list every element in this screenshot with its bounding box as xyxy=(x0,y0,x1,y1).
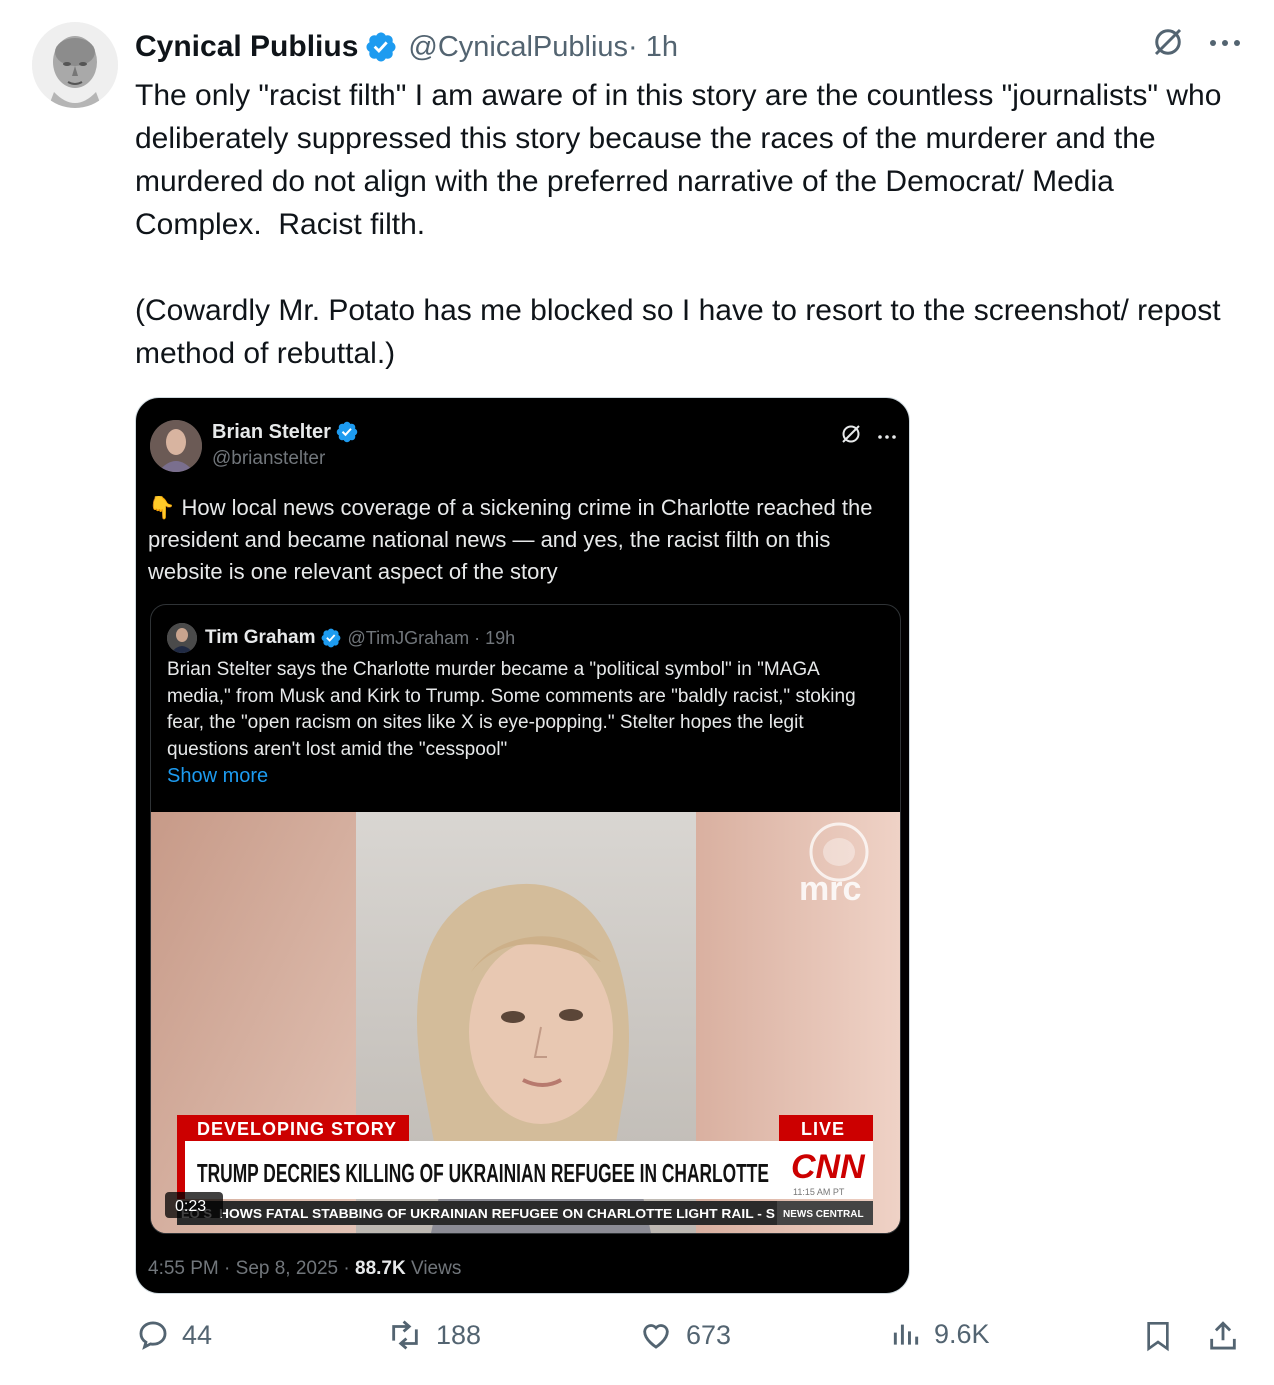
quote-author-handle: @TimJGraham · 19h xyxy=(347,627,516,648)
ticker-text: HOWS FATAL STABBING OF UKRAINIAN REFUGEE… xyxy=(219,1206,775,1221)
embed-views-count: 88.7K xyxy=(355,1258,406,1279)
embed-author-row: Brian Stelter xyxy=(212,420,359,444)
embed-author-name: Brian Stelter xyxy=(212,420,331,443)
reply-button[interactable]: 44 xyxy=(136,1318,212,1352)
like-count: 673 xyxy=(686,1319,732,1350)
author-name[interactable]: Cynical Publius xyxy=(135,30,358,64)
view-count: 9.6K xyxy=(934,1318,990,1349)
embed-author-avatar xyxy=(150,420,202,472)
embed-top-icons xyxy=(839,422,897,451)
post-top-actions xyxy=(1150,24,1242,65)
more-icon xyxy=(877,428,897,446)
mrc-watermark: mrc xyxy=(799,870,861,908)
quote-author-name: Tim Graham xyxy=(205,627,316,648)
video-player: mrc DEVELOPING STORY LIVE TRUMP DECRIES … xyxy=(151,812,900,1233)
views-icon xyxy=(893,1324,919,1345)
embedded-screenshot[interactable]: Brian Stelter @brianstelter 👇 How local … xyxy=(135,397,910,1294)
live-label: LIVE xyxy=(801,1119,845,1139)
grok-icon xyxy=(839,422,863,451)
verified-badge-icon xyxy=(336,421,358,443)
like-icon xyxy=(643,1324,669,1349)
grok-icon[interactable] xyxy=(1150,24,1186,65)
post-header: Cynical Publius @CynicalPublius · 1h xyxy=(135,26,678,68)
reply-icon xyxy=(139,1321,167,1350)
embed-views-label: Views xyxy=(405,1258,462,1279)
cnn-logo: CNN xyxy=(791,1148,866,1186)
repost-button[interactable]: 188 xyxy=(386,1318,481,1352)
quoted-post: Tim Graham @TimJGraham · 19h Brian Stelt… xyxy=(150,604,901,1234)
bookmark-button[interactable] xyxy=(1142,1318,1174,1354)
ticker-tag: NEWS CENTRAL xyxy=(783,1209,864,1220)
action-bar: 44 188 673 9.6K xyxy=(0,1318,1274,1374)
headline: TRUMP DECRIES KILLING OF UKRAINIAN REFUG… xyxy=(197,1158,769,1188)
embed-meta: 4:55 PM · Sep 8, 2025 · 88.7K Views xyxy=(148,1258,461,1280)
embed-text: 👇 How local news coverage of a sickening… xyxy=(148,492,888,588)
post-time[interactable]: · 1h xyxy=(628,31,678,64)
views-button[interactable]: 9.6K xyxy=(890,1318,990,1350)
share-icon xyxy=(1210,1321,1236,1350)
quote-author-avatar xyxy=(167,623,197,653)
show-more-link: Show more xyxy=(167,765,269,787)
verified-badge-icon[interactable] xyxy=(364,30,398,64)
embed-text-body: How local news coverage of a sickening c… xyxy=(148,495,873,584)
author-handle[interactable]: @CynicalPublius xyxy=(408,31,628,64)
developing-story-label: DEVELOPING STORY xyxy=(197,1119,397,1139)
broadcast-time: 11:15 AM PT xyxy=(793,1187,845,1197)
share-button[interactable] xyxy=(1206,1318,1240,1354)
post-text: The only "racist filth" I am aware of in… xyxy=(135,79,1222,370)
reply-count: 44 xyxy=(182,1319,213,1350)
video-duration: 0:23 xyxy=(175,1198,206,1215)
quote-header: Tim Graham @TimJGraham · 19h xyxy=(167,623,515,653)
repost-count: 188 xyxy=(436,1319,482,1350)
verified-badge-icon xyxy=(321,628,340,648)
repost-icon xyxy=(392,1320,418,1350)
author-avatar[interactable] xyxy=(32,22,118,108)
bookmark-icon xyxy=(1147,1322,1169,1352)
pointing-down-emoji: 👇 xyxy=(148,495,176,520)
more-icon[interactable] xyxy=(1208,36,1242,54)
embed-author-handle: @brianstelter xyxy=(212,448,326,469)
quote-text: Brian Stelter says the Charlotte murder … xyxy=(167,659,856,760)
embed-timestamp: 4:55 PM · Sep 8, 2025 · xyxy=(148,1258,356,1279)
like-button[interactable]: 673 xyxy=(638,1318,731,1352)
